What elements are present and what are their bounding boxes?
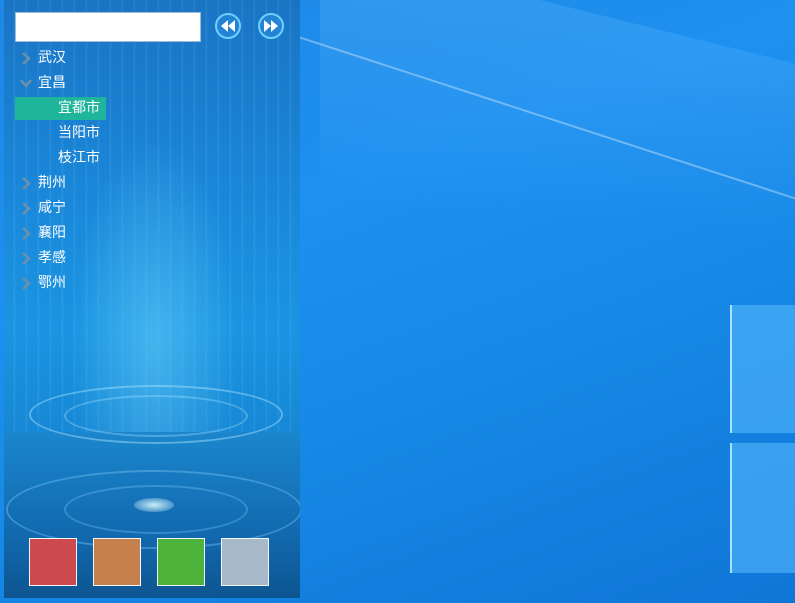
tree-item-label: 孝感 xyxy=(38,250,66,266)
next-button[interactable] xyxy=(258,13,284,39)
tree-item-label: 鄂州 xyxy=(38,275,66,291)
chevron-right-icon[interactable] xyxy=(20,221,32,246)
windows-logo xyxy=(730,305,795,575)
tree-item-label: 荆州 xyxy=(38,175,66,191)
rewind-icon xyxy=(221,20,235,32)
windows-logo-pane xyxy=(730,305,795,433)
side-panel: 武汉宜昌宜都市当阳市枝江市荆州咸宁襄阳孝感鄂州 xyxy=(4,0,300,598)
chevron-right-icon[interactable] xyxy=(20,46,32,71)
tree-item-label: 当阳市 xyxy=(58,125,100,141)
chevron-right-icon[interactable] xyxy=(20,271,32,296)
tree-child-item[interactable]: 宜都市 xyxy=(15,96,300,121)
tree-item-label: 宜都市 xyxy=(58,100,100,116)
region-tree: 武汉宜昌宜都市当阳市枝江市荆州咸宁襄阳孝感鄂州 xyxy=(15,46,300,296)
tree-child-item[interactable]: 当阳市 xyxy=(15,121,300,146)
tree-item[interactable]: 咸宁 xyxy=(15,196,300,221)
theme-swatch[interactable] xyxy=(221,538,269,586)
tree-item-label: 武汉 xyxy=(38,50,66,66)
tree-child-item[interactable]: 枝江市 xyxy=(15,146,300,171)
tree-item-label: 宜昌 xyxy=(38,75,66,91)
light-beam xyxy=(320,0,795,355)
hologram-ring xyxy=(64,395,248,437)
hologram-core xyxy=(134,498,174,512)
chevron-right-icon[interactable] xyxy=(20,196,32,221)
theme-swatch[interactable] xyxy=(93,538,141,586)
chevron-down-icon[interactable] xyxy=(20,71,32,96)
tree-item-label: 襄阳 xyxy=(38,225,66,241)
tree-item[interactable]: 武汉 xyxy=(15,46,300,71)
tree-item[interactable]: 荆州 xyxy=(15,171,300,196)
tree-item-label: 枝江市 xyxy=(58,150,100,166)
tree-item[interactable]: 襄阳 xyxy=(15,221,300,246)
tree-item[interactable]: 宜昌 xyxy=(15,71,300,96)
tree-item-label: 咸宁 xyxy=(38,200,66,216)
theme-swatch[interactable] xyxy=(157,538,205,586)
search-input[interactable] xyxy=(15,12,201,42)
tree-item[interactable]: 鄂州 xyxy=(15,271,300,296)
prev-button[interactable] xyxy=(215,13,241,39)
theme-swatch[interactable] xyxy=(29,538,77,586)
fast-forward-icon xyxy=(264,20,278,32)
chevron-right-icon[interactable] xyxy=(20,171,32,196)
chevron-right-icon[interactable] xyxy=(20,246,32,271)
tree-item[interactable]: 孝感 xyxy=(15,246,300,271)
windows-logo-pane xyxy=(730,443,795,573)
